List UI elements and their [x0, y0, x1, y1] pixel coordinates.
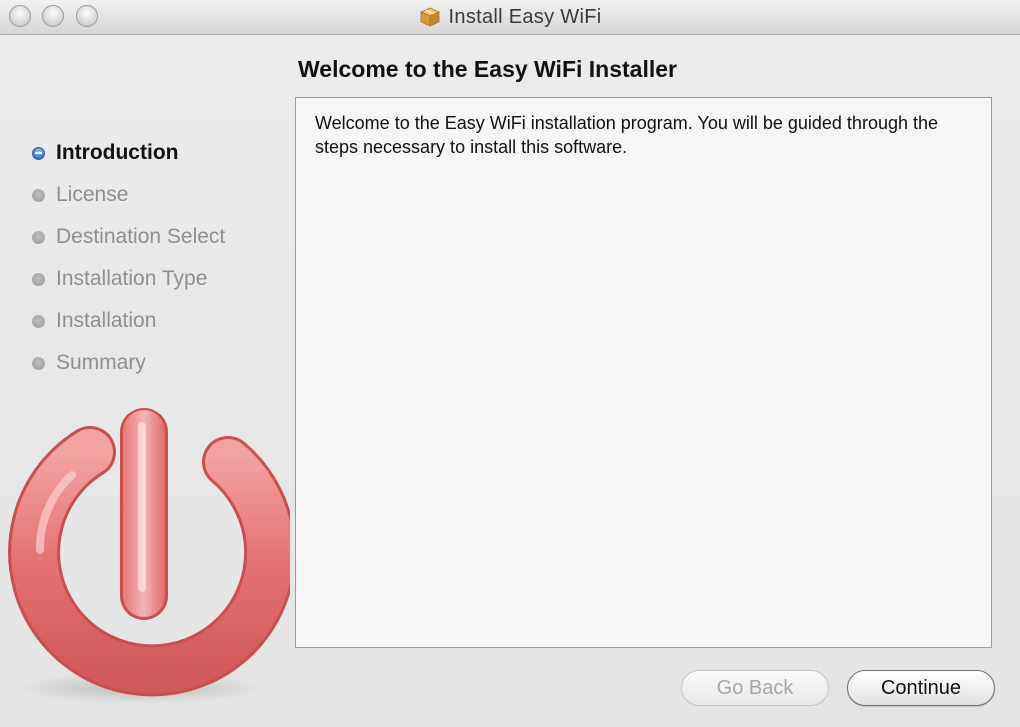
step-label: Installation Type: [56, 267, 208, 290]
step-installation-type: Installation Type: [32, 258, 225, 300]
package-icon: [419, 7, 440, 27]
title-bar[interactable]: Install Easy WiFi: [0, 0, 1020, 35]
step-label: Destination Select: [56, 225, 226, 248]
step-summary: Summary: [32, 342, 225, 384]
step-bullet-icon: [32, 314, 45, 328]
step-label: License: [56, 183, 129, 206]
step-license: License: [32, 174, 225, 216]
step-destination-select: Destination Select: [32, 216, 225, 258]
step-label: Installation: [56, 309, 157, 332]
step-bullet-icon: [32, 230, 45, 244]
step-list: Introduction License Destination Select …: [32, 132, 225, 384]
page-title: Welcome to the Easy WiFi Installer: [298, 56, 677, 82]
continue-button[interactable]: Continue: [847, 670, 995, 706]
step-introduction: Introduction: [32, 132, 225, 174]
step-installation: Installation: [32, 300, 225, 342]
go-back-button[interactable]: Go Back: [681, 670, 829, 706]
introduction-text: Welcome to the Easy WiFi installation pr…: [315, 113, 939, 157]
step-label: Summary: [56, 351, 146, 374]
title-group: Install Easy WiFi: [0, 0, 1020, 34]
step-bullet-icon: [32, 272, 45, 286]
installer-window: Install Easy WiFi Welcome to the Easy Wi…: [0, 0, 1020, 727]
window-title: Install Easy WiFi: [448, 5, 602, 28]
step-bullet-icon: [32, 188, 45, 202]
current-step-icon: [32, 146, 45, 160]
power-logo: [8, 408, 290, 704]
step-bullet-icon: [32, 356, 45, 370]
introduction-content-pane: Welcome to the Easy WiFi installation pr…: [295, 97, 992, 648]
step-label: Introduction: [56, 141, 179, 164]
